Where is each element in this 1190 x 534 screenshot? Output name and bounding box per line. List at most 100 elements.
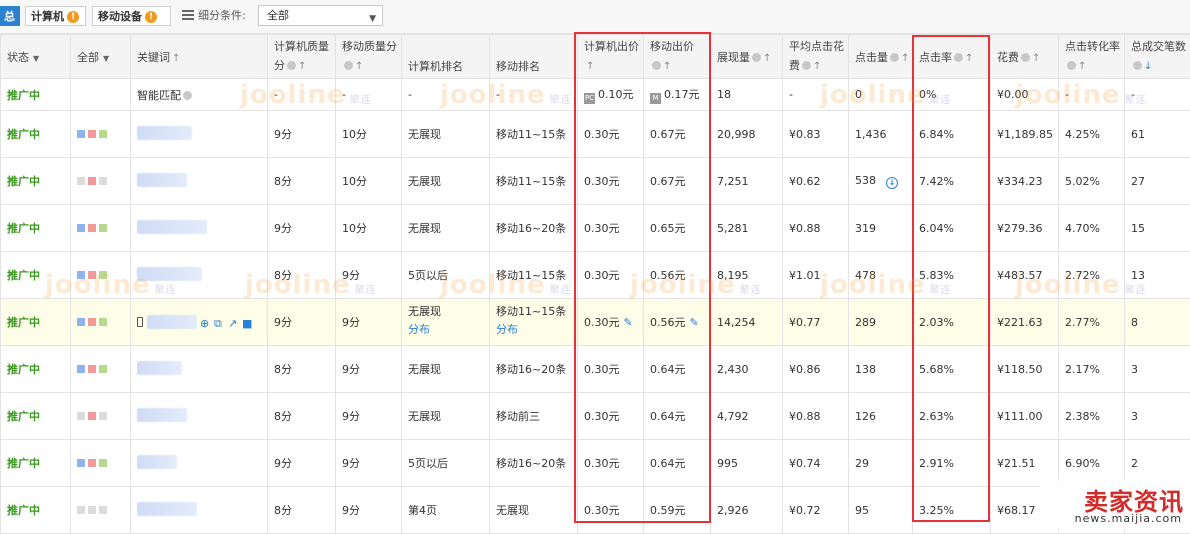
col-mobile-quality[interactable]: 移动质量分↑	[336, 35, 402, 79]
mobile-bid-cell[interactable]: 0.67元	[644, 158, 711, 205]
col-keyword[interactable]: 关键词↑	[131, 35, 268, 79]
mobile-bid-cell[interactable]: 0.56元	[644, 252, 711, 299]
help-icon[interactable]	[287, 61, 296, 70]
pc-bid-cell[interactable]: 0.30元	[578, 158, 644, 205]
color-tag[interactable]	[77, 318, 85, 326]
pc-bid-cell[interactable]: PC0.10元	[578, 79, 644, 111]
color-tag[interactable]	[88, 412, 96, 420]
trash-icon[interactable]: ■	[242, 318, 253, 329]
copy-icon[interactable]: ⧉	[214, 318, 225, 329]
sort-up-icon[interactable]: ↑	[1078, 61, 1086, 72]
help-icon[interactable]	[183, 91, 192, 100]
pc-bid-cell[interactable]: 0.30元	[578, 440, 644, 487]
help-icon[interactable]	[802, 61, 811, 70]
col-avg-cpc[interactable]: 平均点击花费↑	[783, 35, 849, 79]
color-tag[interactable]	[99, 177, 107, 185]
col-ctr[interactable]: 点击率↑	[913, 35, 991, 79]
color-tag[interactable]	[99, 412, 107, 420]
color-tag[interactable]	[99, 130, 107, 138]
mobile-bid-cell[interactable]: 0.56元✎	[644, 299, 711, 346]
chart-icon[interactable]: ↗	[228, 318, 239, 329]
filter-select[interactable]: 全部▼	[258, 5, 383, 26]
edit-pencil-icon[interactable]: ✎	[690, 316, 699, 329]
mobile-bid-cell[interactable]: 0.59元	[644, 487, 711, 534]
color-tag[interactable]	[99, 318, 107, 326]
help-icon[interactable]	[1067, 61, 1076, 70]
color-tag[interactable]	[88, 271, 96, 279]
sort-up-icon[interactable]: ↑	[172, 53, 180, 64]
col-pc-bid[interactable]: 计算机出价↑	[578, 35, 644, 79]
sort-up-icon[interactable]: ↑	[298, 61, 306, 72]
sort-up-icon[interactable]: ↑	[586, 61, 594, 72]
pc-bid-cell[interactable]: 0.30元✎	[578, 299, 644, 346]
mobile-bid-cell[interactable]: 0.64元	[644, 346, 711, 393]
sort-up-icon[interactable]: ↑	[1032, 53, 1040, 64]
sort-up-icon[interactable]: ↑	[813, 61, 821, 72]
color-tag[interactable]	[77, 412, 85, 420]
col-cvr[interactable]: 点击转化率↑	[1059, 35, 1125, 79]
col-clicks[interactable]: 点击量↑	[849, 35, 913, 79]
help-icon[interactable]	[954, 53, 963, 62]
col-cost[interactable]: 花费↑	[991, 35, 1059, 79]
help-icon[interactable]	[652, 61, 661, 70]
color-tag[interactable]	[77, 177, 85, 185]
color-tag[interactable]	[88, 506, 96, 514]
mobile-bid-cell[interactable]: M0.17元	[644, 79, 711, 111]
help-icon[interactable]	[344, 61, 353, 70]
color-tag[interactable]	[77, 365, 85, 373]
keyword-blurred[interactable]	[147, 315, 197, 329]
mobile-bid-cell[interactable]: 0.65元	[644, 205, 711, 252]
sort-up-icon[interactable]: ↑	[355, 61, 363, 72]
color-tag[interactable]	[99, 271, 107, 279]
color-tag[interactable]	[88, 318, 96, 326]
rank-distribution-link[interactable]: 分布	[496, 323, 518, 336]
tab-pc[interactable]: 计算机!	[25, 6, 86, 26]
keyword-blurred[interactable]	[137, 220, 207, 234]
help-icon[interactable]	[752, 53, 761, 62]
keyword-blurred[interactable]	[137, 173, 187, 187]
edit-pencil-icon[interactable]: ✎	[624, 316, 633, 329]
color-tag[interactable]	[88, 459, 96, 467]
pc-bid-cell[interactable]: 0.30元	[578, 111, 644, 158]
color-tag[interactable]	[88, 177, 96, 185]
color-tag[interactable]	[77, 506, 85, 514]
tab-mobile[interactable]: 移动设备!	[92, 6, 171, 26]
sort-down-icon[interactable]: ↓	[1144, 61, 1152, 72]
col-all[interactable]: 全部▼	[71, 35, 131, 79]
color-tag[interactable]	[77, 224, 85, 232]
color-tag[interactable]	[99, 224, 107, 232]
pc-bid-cell[interactable]: 0.30元	[578, 205, 644, 252]
col-impressions[interactable]: 展现量↑	[711, 35, 783, 79]
color-tag[interactable]	[99, 459, 107, 467]
pc-bid-cell[interactable]: 0.30元	[578, 346, 644, 393]
sort-up-icon[interactable]: ↑	[965, 53, 973, 64]
color-tag[interactable]	[88, 365, 96, 373]
pc-bid-cell[interactable]: 0.30元	[578, 393, 644, 440]
color-tag[interactable]	[99, 506, 107, 514]
rank-distribution-link[interactable]: 分布	[408, 323, 430, 336]
color-tag[interactable]	[77, 459, 85, 467]
keyword-blurred[interactable]	[137, 361, 182, 375]
color-tag[interactable]	[88, 130, 96, 138]
sort-up-icon[interactable]: ↑	[763, 53, 771, 64]
keyword-blurred[interactable]	[137, 455, 177, 469]
pc-bid-cell[interactable]: 0.30元	[578, 487, 644, 534]
help-icon[interactable]	[1021, 53, 1030, 62]
col-total-deals[interactable]: 总成交笔数↓	[1125, 35, 1190, 79]
keyword-blurred[interactable]	[137, 126, 192, 140]
sort-up-icon[interactable]: ↑	[901, 53, 909, 64]
mobile-bid-cell[interactable]: 0.64元	[644, 393, 711, 440]
globe-icon[interactable]: ⊕	[200, 318, 211, 329]
download-icon[interactable]: ↓	[886, 177, 898, 189]
pc-bid-cell[interactable]: 0.30元	[578, 252, 644, 299]
help-icon[interactable]	[1133, 61, 1142, 70]
color-tag[interactable]	[77, 130, 85, 138]
col-mobile-bid[interactable]: 移动出价↑	[644, 35, 711, 79]
sort-up-icon[interactable]: ↑	[663, 61, 671, 72]
col-status[interactable]: 状态▼	[1, 35, 71, 79]
keyword-blurred[interactable]	[137, 502, 197, 516]
keyword-blurred[interactable]	[137, 408, 187, 422]
color-tag[interactable]	[88, 224, 96, 232]
col-pc-quality[interactable]: 计算机质量分↑	[268, 35, 336, 79]
help-icon[interactable]	[890, 53, 899, 62]
